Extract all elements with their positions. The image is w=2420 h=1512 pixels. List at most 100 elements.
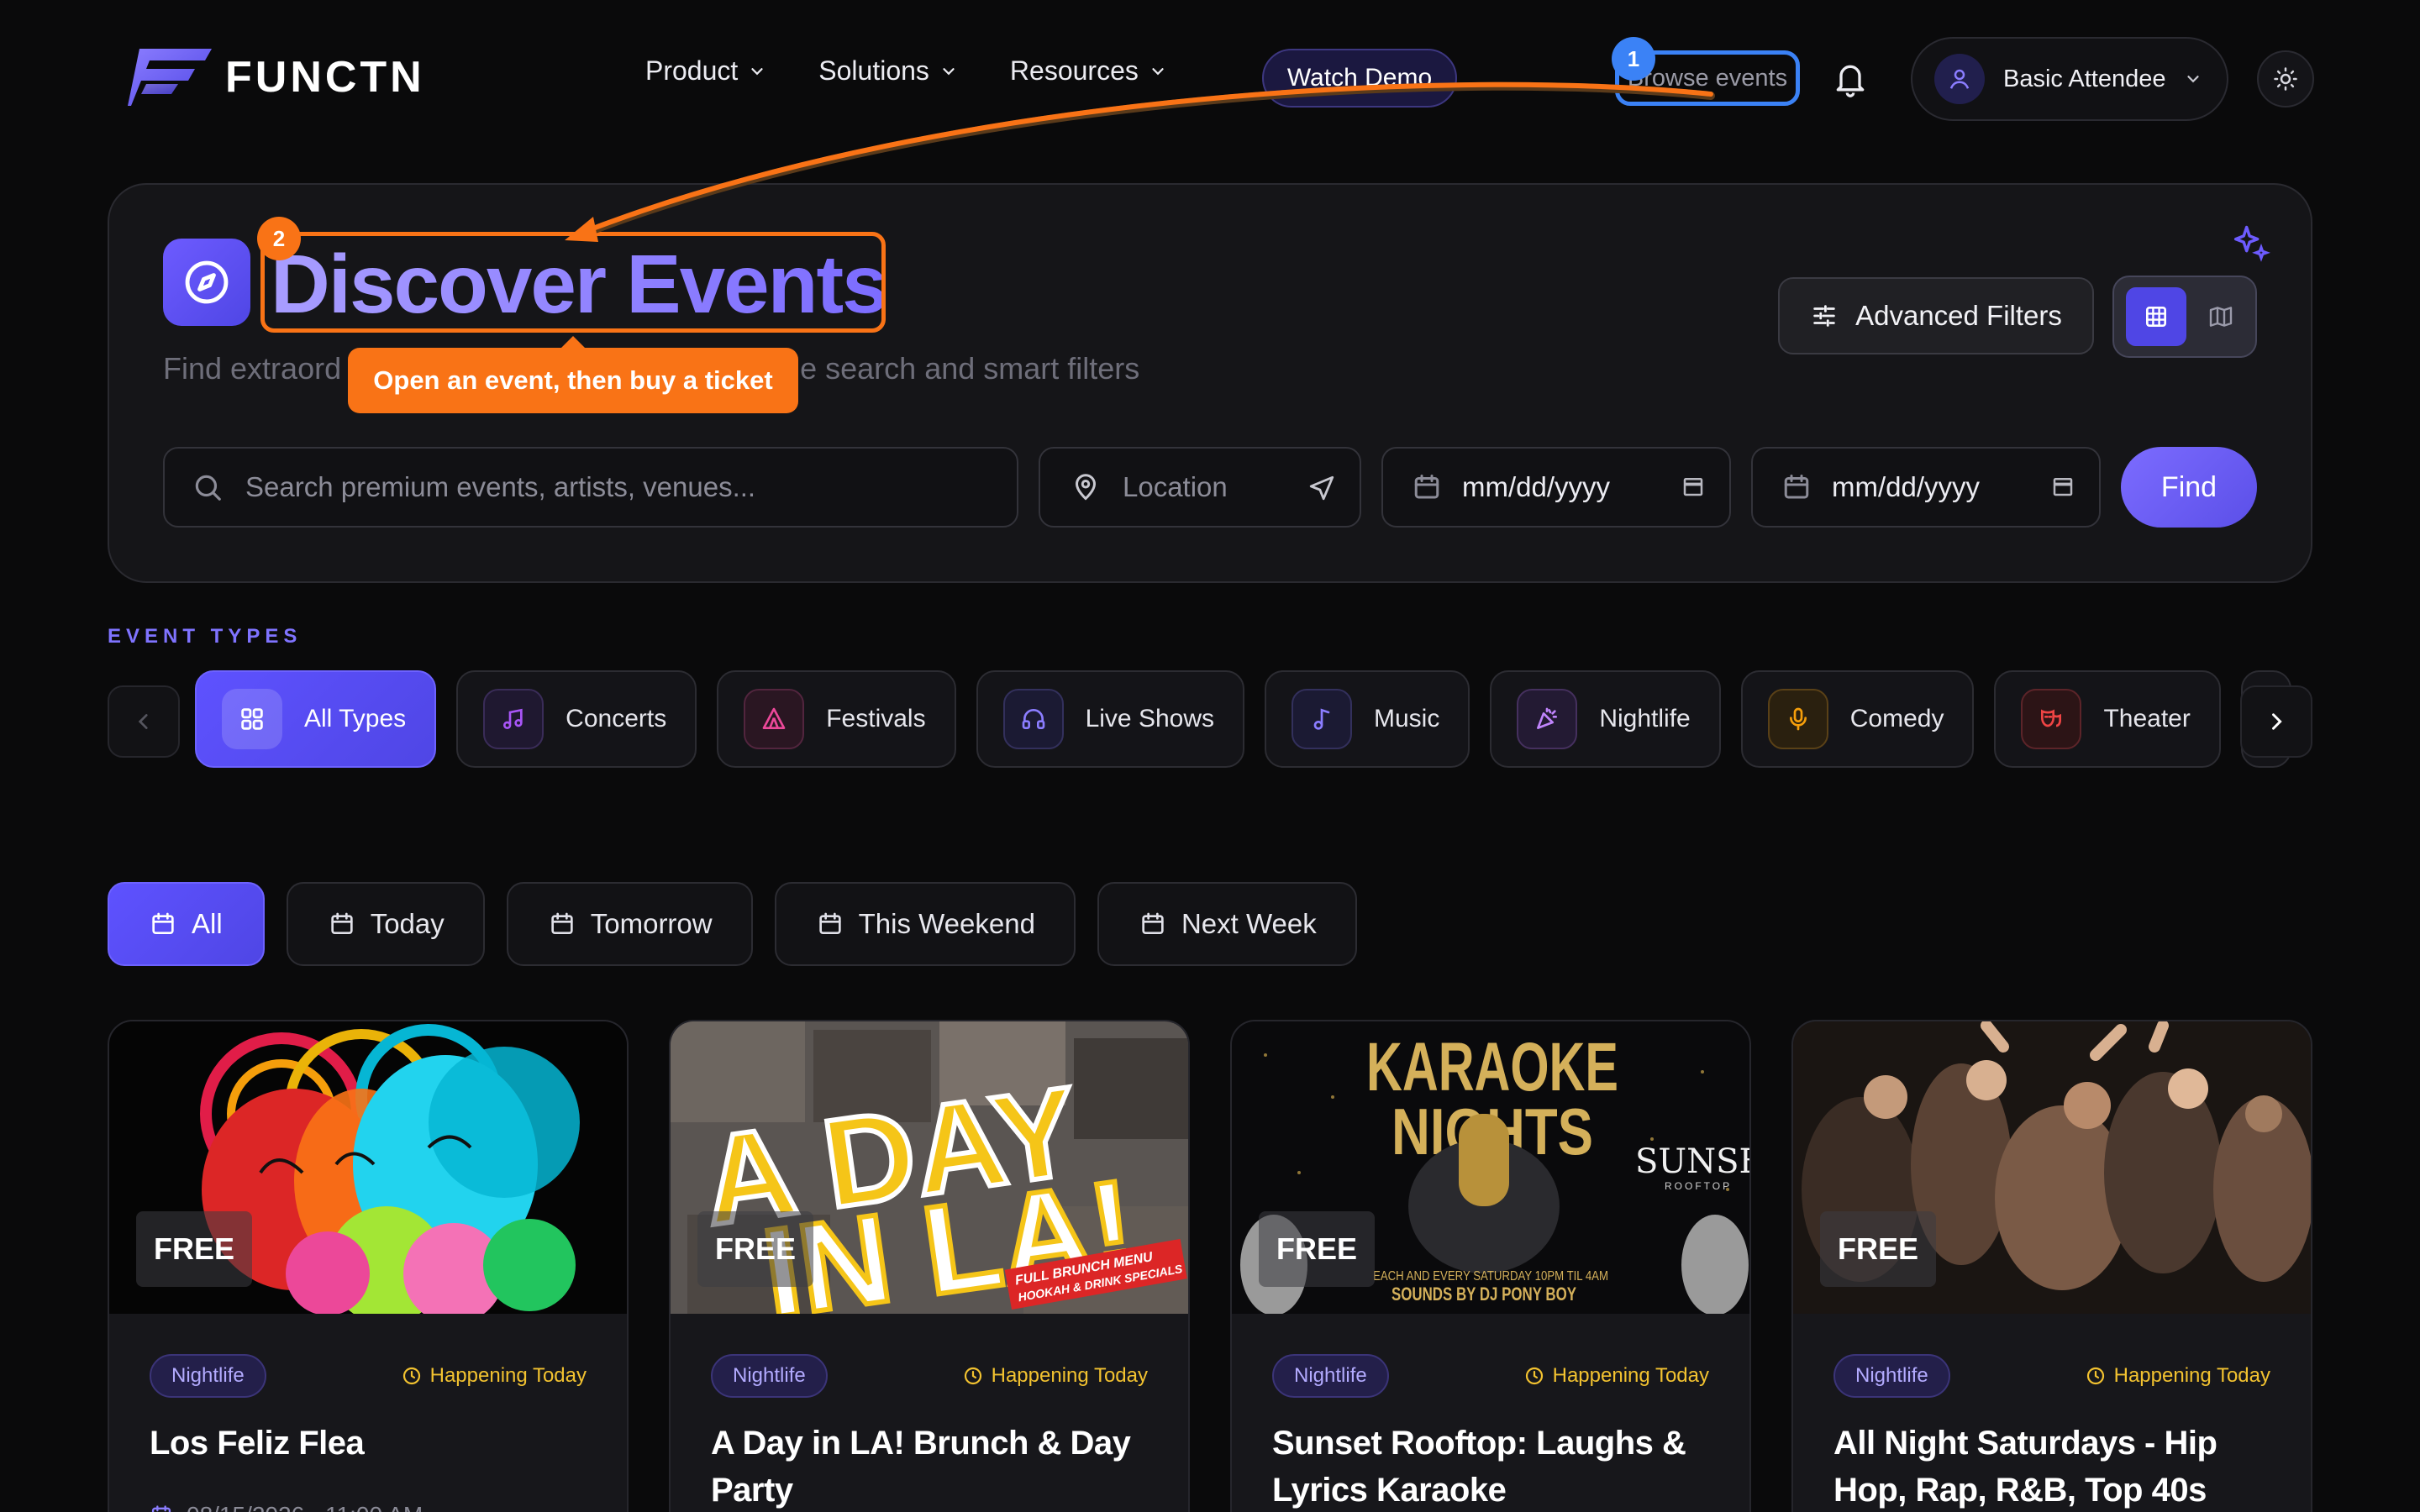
tab-label: This Weekend [858, 908, 1035, 939]
carousel-prev-button[interactable] [108, 685, 180, 758]
calendar-icon [1414, 475, 1439, 499]
advanced-filters-label: Advanced Filters [1855, 300, 2062, 331]
chevron-down-icon [943, 67, 955, 75]
sun-icon [2274, 67, 2297, 91]
chip-comedy[interactable]: Comedy [1740, 670, 1975, 768]
nav-resources[interactable]: Resources [1010, 55, 1167, 87]
date-filter-tabs: All Today Tomorrow This Weekend Next Wee… [108, 882, 1357, 966]
locate-me-icon[interactable] [1307, 474, 1336, 502]
user-menu-button[interactable]: Basic Attendee [1911, 37, 2228, 121]
chip-concerts[interactable]: Concerts [456, 670, 697, 768]
status-badge: Happening Today [1524, 1364, 1709, 1388]
chip-nightlife[interactable]: Nightlife [1490, 670, 1721, 768]
event-types-carousel: All Types Concerts Festivals Live Shows [108, 670, 2312, 768]
chip-label: Nightlife [1599, 705, 1691, 732]
brand-logo[interactable]: FUNCTN [128, 45, 425, 109]
location-input[interactable]: Location [1039, 447, 1361, 528]
music-notes-icon [483, 689, 544, 749]
map-view-button[interactable] [2193, 287, 2249, 346]
chevron-down-icon [2187, 76, 2200, 83]
category-badge: Nightlife [1272, 1354, 1389, 1398]
sparkle-icon [2233, 225, 2270, 262]
event-date: 08/15/2026 · 11:00 AM [150, 1502, 423, 1512]
map-icon [2209, 307, 2233, 327]
event-type-chips: All Types Concerts Festivals Live Shows [195, 670, 2291, 768]
headphones-icon [1002, 689, 1064, 749]
category-badge: Nightlife [711, 1354, 828, 1398]
find-button[interactable]: Find [2121, 447, 2257, 528]
event-title[interactable]: A Day in LA! Brunch & Day Party [711, 1420, 1165, 1512]
theater-mask-icon [2021, 689, 2082, 749]
tent-icon [744, 689, 805, 749]
start-date-value: mm/dd/yyyy [1462, 471, 1611, 502]
event-title[interactable]: Los Feliz Flea [150, 1420, 603, 1467]
chip-live-shows[interactable]: Live Shows [976, 670, 1244, 768]
calendar-icon [1142, 912, 1164, 934]
chip-label: Concerts [566, 705, 667, 732]
artwork-line5: EACH AND EVERY SATURDAY 10PM TIL 4AM [1373, 1269, 1608, 1284]
user-name: Basic Attendee [2003, 65, 2166, 92]
event-card[interactable]: FREE Nightlife Happening Today All Night… [1791, 1020, 2312, 1512]
calendar-icon [818, 912, 841, 934]
end-date-input[interactable]: mm/dd/yyyy [1751, 447, 2101, 528]
chip-all-types[interactable]: All Types [195, 670, 437, 768]
main-nav: Product Solutions Resources [645, 55, 1219, 87]
sliders-icon [1813, 305, 1835, 327]
tour-highlight-title [260, 232, 886, 333]
event-card[interactable]: FREE Nightlife Happening Today Los Feliz… [108, 1020, 629, 1512]
user-icon [1949, 69, 1970, 89]
hero-subtitle-left: Find extraord [163, 351, 342, 386]
bell-icon [1836, 65, 1865, 97]
theme-toggle-button[interactable] [2257, 50, 2314, 108]
start-date-input[interactable]: mm/dd/yyyy [1381, 447, 1731, 528]
chip-label: Theater [2103, 705, 2191, 732]
functn-logo-icon [128, 49, 212, 106]
date-picker-icon[interactable] [2050, 474, 2075, 499]
avatar [1934, 54, 1985, 104]
chevron-right-icon [2272, 713, 2282, 730]
nav-product-label: Product [645, 55, 739, 86]
event-title[interactable]: All Night Saturdays - Hip Hop, Rap, R&B,… [1833, 1420, 2287, 1512]
tab-label: All [192, 908, 223, 939]
price-tag: FREE [1259, 1211, 1375, 1287]
artwork-line4: ROOFTOP [1665, 1180, 1732, 1192]
chevron-down-icon [1152, 67, 1164, 75]
nav-product[interactable]: Product [645, 55, 766, 87]
event-card[interactable]: KARAOKE NIGHTS SUNSET ROOFTOP EACH AND E… [1230, 1020, 1751, 1512]
compass-icon [185, 260, 229, 304]
tab-today[interactable]: Today [286, 882, 485, 966]
status-badge: Happening Today [402, 1364, 587, 1388]
chip-label: Comedy [1849, 705, 1944, 732]
clock-icon [2086, 1367, 2104, 1385]
tab-this-weekend[interactable]: This Weekend [774, 882, 1076, 966]
nav-solutions[interactable]: Solutions [818, 55, 958, 87]
chip-music[interactable]: Music [1265, 670, 1470, 768]
notifications-button[interactable] [1832, 59, 1869, 99]
watch-demo-button[interactable]: Watch Demo [1262, 49, 1457, 108]
chip-label: Live Shows [1085, 705, 1214, 732]
compass-badge [163, 239, 250, 326]
tour-step-2-badge: 2 [257, 217, 301, 260]
tab-all[interactable]: All [108, 882, 265, 966]
carousel-next-button[interactable] [2240, 685, 2312, 758]
clock-icon [964, 1367, 981, 1385]
event-title[interactable]: Sunset Rooftop: Laughs & Lyrics Karaoke [1272, 1420, 1726, 1512]
search-input[interactable]: Search premium events, artists, venues..… [163, 447, 1018, 528]
tab-tomorrow[interactable]: Tomorrow [506, 882, 753, 966]
party-popper-icon [1517, 689, 1578, 749]
grid-view-button[interactable] [2126, 287, 2186, 346]
date-picker-icon[interactable] [1681, 474, 1706, 499]
chip-festivals[interactable]: Festivals [717, 670, 956, 768]
tab-next-week[interactable]: Next Week [1097, 882, 1357, 966]
artwork-line6: SOUNDS BY DJ PONY BOY [1392, 1284, 1576, 1305]
chip-theater[interactable]: Theater [1994, 670, 2221, 768]
search-icon [195, 475, 221, 501]
nav-solutions-label: Solutions [818, 55, 929, 86]
advanced-filters-button[interactable]: Advanced Filters [1778, 277, 2094, 354]
status-badge: Happening Today [963, 1364, 1148, 1388]
tab-label: Tomorrow [590, 908, 713, 939]
event-card[interactable]: A DAY IN LA! FULL BRUNCH MENU HOOKAH & D… [669, 1020, 1190, 1512]
price-tag: FREE [1820, 1211, 1936, 1287]
search-placeholder: Search premium events, artists, venues..… [245, 471, 756, 502]
hero-subtitle-right: e search and smart filters [800, 351, 1140, 386]
